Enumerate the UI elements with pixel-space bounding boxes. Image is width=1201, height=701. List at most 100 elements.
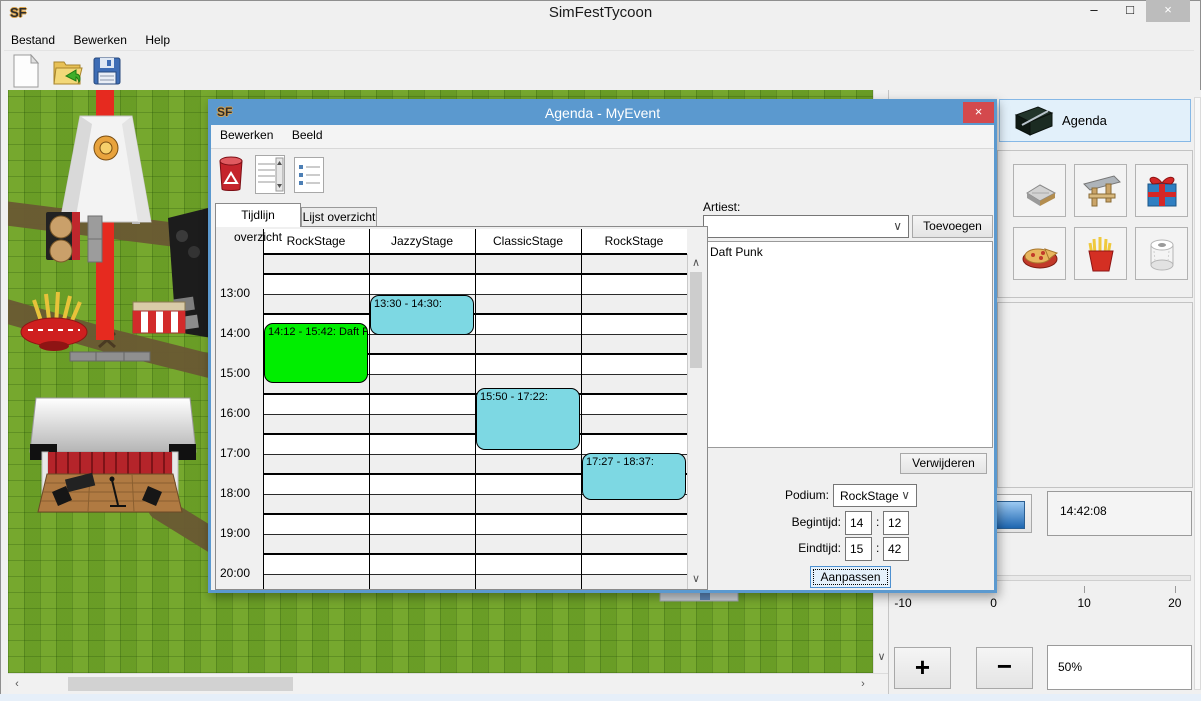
schedule-panel: RockStageJazzyStageClassicStageRockStage… bbox=[215, 226, 708, 590]
zoom-out-button[interactable]: − bbox=[976, 647, 1033, 689]
stage-column-header: ClassicStage bbox=[475, 229, 581, 253]
artist-listbox[interactable]: Daft Punk bbox=[703, 241, 993, 448]
stage-column-header: JazzyStage bbox=[369, 229, 475, 253]
zoom-in-button[interactable]: + bbox=[894, 647, 951, 689]
hour-label: 20:00 bbox=[220, 566, 262, 580]
podium-label: Podium: bbox=[741, 488, 829, 502]
maximize-button[interactable]: □ bbox=[1114, 0, 1146, 22]
begin-minute-input[interactable]: 12 bbox=[883, 511, 909, 535]
open-file-button[interactable] bbox=[52, 56, 84, 93]
road-tile-icon bbox=[1019, 170, 1061, 212]
burger-stand bbox=[46, 212, 102, 262]
title-bar: SF SimFestTycoon – □ × bbox=[0, 0, 1201, 30]
shop-item-gift[interactable] bbox=[1135, 164, 1188, 217]
menu-item-bestand[interactable]: Bestand bbox=[4, 30, 62, 50]
hour-label: 13:00 bbox=[220, 286, 262, 300]
list-view-icon bbox=[295, 158, 323, 192]
column-divider bbox=[369, 229, 370, 589]
toolbar bbox=[0, 52, 1201, 90]
info-group bbox=[997, 302, 1193, 488]
begin-colon: : bbox=[876, 515, 879, 529]
save-button[interactable] bbox=[92, 56, 122, 91]
slider-tick-label: 0 bbox=[974, 596, 1014, 610]
horizontal-scrollbar-thumb[interactable] bbox=[68, 677, 293, 691]
menu-item-bewerken[interactable]: Bewerken bbox=[67, 30, 134, 50]
schedule-event[interactable]: 14:12 - 15:42: Daft Punk bbox=[264, 323, 368, 383]
schedule-scrollbar[interactable]: ∧ ∨ bbox=[687, 254, 704, 589]
slider-tick-label: -10 bbox=[883, 596, 923, 610]
stage-column-header: RockStage bbox=[581, 229, 687, 253]
hidden-map-object bbox=[660, 592, 738, 601]
begin-minute-value: 12 bbox=[884, 512, 908, 534]
menu-bar: Bestand Bewerken Help bbox=[4, 30, 1194, 51]
sidebar-item-agenda[interactable]: Agenda bbox=[999, 99, 1191, 142]
minimize-button[interactable]: – bbox=[1078, 0, 1110, 22]
shop-item-fries[interactable] bbox=[1074, 227, 1127, 280]
play-icon bbox=[995, 501, 1025, 529]
shop-item-road[interactable] bbox=[1013, 164, 1066, 217]
striped-stand bbox=[133, 302, 185, 333]
shop-item-toilet-paper[interactable] bbox=[1135, 227, 1188, 280]
add-artist-button[interactable]: Toevoegen bbox=[912, 215, 993, 238]
artist-list-item[interactable]: Daft Punk bbox=[704, 242, 992, 262]
column-divider bbox=[263, 229, 264, 589]
shop-items-group bbox=[997, 150, 1193, 298]
hour-label: 14:00 bbox=[220, 326, 262, 340]
scroll-right-arrow-icon[interactable]: › bbox=[856, 678, 870, 690]
schedule-scroll-down-icon[interactable]: ∨ bbox=[688, 572, 704, 585]
tab-lijst-overzicht[interactable]: Lijst overzicht bbox=[301, 207, 377, 227]
application-window: SF SimFestTycoon – □ × Bestand Bewerken … bbox=[0, 0, 1201, 701]
zoom-level-display: 50% bbox=[1047, 645, 1192, 690]
begin-hour-input[interactable]: 14 bbox=[845, 511, 872, 535]
hour-label: 16:00 bbox=[220, 406, 262, 420]
map-horizontal-scrollbar[interactable]: ‹ › bbox=[8, 673, 888, 694]
timeline-view-button[interactable] bbox=[255, 155, 285, 194]
end-hour-input[interactable]: 15 bbox=[845, 537, 872, 561]
schedule-scrollbar-thumb[interactable] bbox=[690, 272, 702, 368]
panel-scrollbar[interactable] bbox=[1194, 97, 1201, 690]
new-file-button[interactable] bbox=[12, 54, 40, 93]
list-view-button[interactable] bbox=[294, 157, 324, 193]
chevron-down-icon: ∨ bbox=[893, 219, 902, 233]
save-floppy-icon bbox=[92, 56, 122, 86]
pizza-icon bbox=[1019, 233, 1061, 275]
scroll-left-arrow-icon[interactable]: ‹ bbox=[10, 678, 24, 690]
toilet-paper-icon bbox=[1141, 233, 1183, 275]
shop-item-stage[interactable] bbox=[1074, 164, 1127, 217]
begin-time-label: Begintijd: bbox=[751, 515, 841, 529]
dialog-menu-bewerken[interactable]: Bewerken bbox=[213, 125, 280, 145]
end-minute-value: 42 bbox=[884, 538, 908, 560]
apply-button[interactable]: Aanpassen bbox=[810, 566, 891, 588]
delete-event-button[interactable] bbox=[217, 155, 245, 198]
podium-combobox[interactable]: RockStage ∨ bbox=[833, 484, 917, 507]
slider-tick bbox=[1084, 586, 1085, 593]
end-minute-input[interactable]: 42 bbox=[883, 537, 909, 561]
scroll-down-arrow-icon[interactable]: ∨ bbox=[874, 650, 889, 663]
slider-tick-label: 10 bbox=[1064, 596, 1104, 610]
menu-item-help[interactable]: Help bbox=[138, 30, 177, 50]
schedule-event[interactable]: 13:30 - 14:30: bbox=[370, 295, 474, 335]
hour-label: 18:00 bbox=[220, 486, 262, 500]
hour-label: 15:00 bbox=[220, 366, 262, 380]
close-button[interactable]: × bbox=[1146, 0, 1190, 22]
dialog-menu-beeld[interactable]: Beeld bbox=[285, 125, 330, 145]
schedule-event[interactable]: 17:27 - 18:37: bbox=[582, 453, 686, 500]
dialog-close-button[interactable]: × bbox=[963, 102, 994, 123]
end-colon: : bbox=[876, 541, 879, 555]
begin-hour-value: 14 bbox=[846, 512, 871, 534]
hour-label: 19:00 bbox=[220, 526, 262, 540]
schedule-scroll-up-icon[interactable]: ∧ bbox=[688, 256, 704, 269]
gift-icon bbox=[1141, 170, 1183, 212]
open-folder-icon bbox=[52, 56, 84, 88]
window-title: SimFestTycoon bbox=[0, 4, 1201, 21]
artist-combobox[interactable]: ∨ bbox=[703, 215, 909, 238]
schedule-grid[interactable]: RockStageJazzyStageClassicStageRockStage… bbox=[216, 227, 687, 589]
clock-display: 14:42:08 bbox=[1047, 491, 1192, 536]
remove-artist-button[interactable]: Verwijderen bbox=[900, 453, 987, 474]
artist-label: Artiest: bbox=[703, 200, 740, 214]
new-file-icon bbox=[12, 54, 40, 88]
chevron-down-icon: ∨ bbox=[901, 488, 910, 502]
shop-item-pizza[interactable] bbox=[1013, 227, 1066, 280]
schedule-event[interactable]: 15:50 - 17:22: bbox=[476, 388, 580, 449]
tab-tijdlijn-overzicht[interactable]: Tijdlijn overzicht bbox=[215, 203, 301, 227]
